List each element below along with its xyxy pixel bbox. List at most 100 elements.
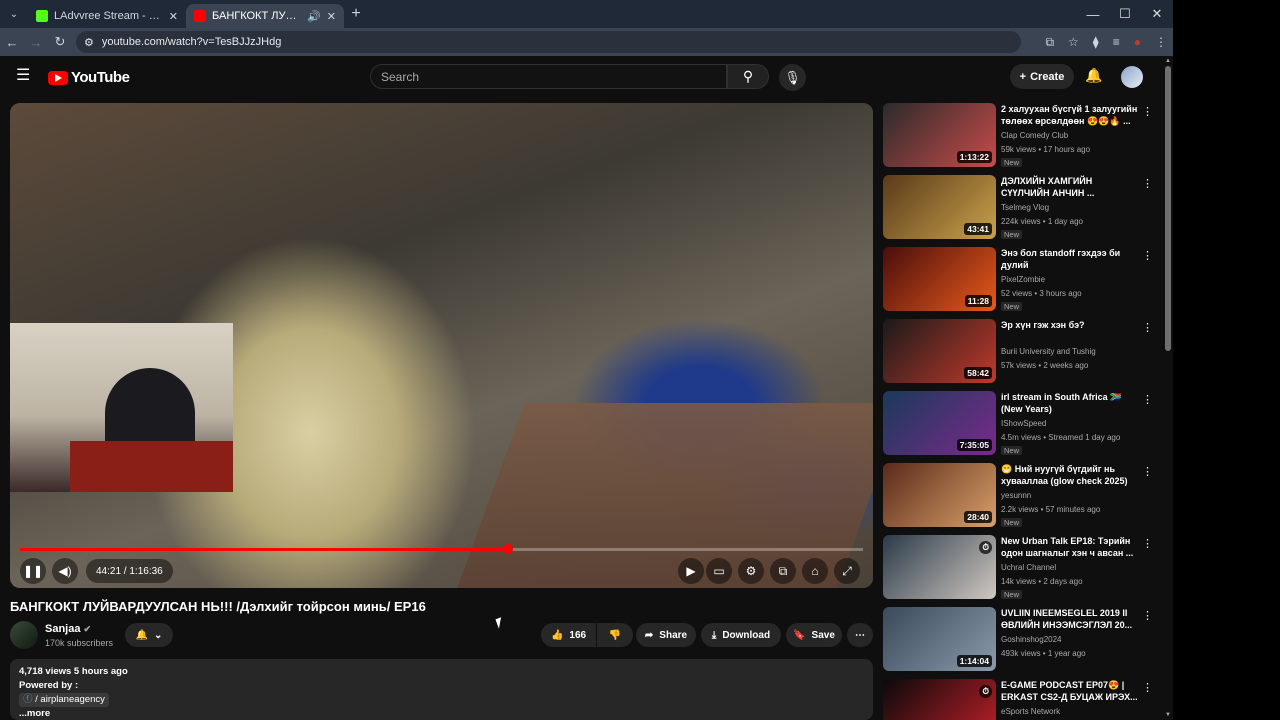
video-thumbnail[interactable]: 1:13:22 [883, 103, 996, 167]
youtube-logo[interactable]: YouTube [48, 69, 130, 86]
recommended-video[interactable]: 58:42 Эр хүн гэж хэн бэ? Burii University … [883, 319, 1163, 383]
hamburger-menu-icon[interactable]: ☰ [16, 68, 32, 84]
settings-gear-icon[interactable]: ⚙ [738, 558, 764, 584]
forward-icon[interactable]: → [24, 35, 48, 50]
profile-icon[interactable]: ● [1134, 35, 1141, 49]
recommended-video[interactable]: 43:41 ДЭЛХИЙН ХАМГИЙН СҮҮЛЧИЙН АНЧИН ... T… [883, 175, 1163, 239]
video-thumbnail[interactable]: 28:40 [883, 463, 996, 527]
save-button[interactable]: 🔖 Save [786, 623, 842, 647]
more-vertical-icon[interactable]: ⋮ [1142, 105, 1153, 118]
url-field[interactable]: ⚙ youtube.com/watch?v=TesBJJzJHdg [76, 31, 1021, 53]
extensions-icon[interactable]: ⧫ [1093, 35, 1099, 49]
tab-youtube[interactable]: БАНГКОКТ ЛУЙВАРДУУЛС 🔊 ✕ [186, 4, 344, 28]
recommended-channel[interactable]: Burii University and Tushig [1001, 347, 1096, 356]
recommended-title[interactable]: E-GAME PODCAST EP07😍 | ERKAST CS2-Д БУЦА… [1001, 679, 1141, 703]
more-vertical-icon[interactable]: ⋮ [1142, 537, 1153, 550]
more-vertical-icon[interactable]: ⋮ [1142, 249, 1153, 262]
search-button[interactable]: ⚲ [727, 64, 769, 89]
recommended-channel[interactable]: eSports Network [1001, 707, 1060, 716]
video-thumbnail[interactable]: 7:35:05 [883, 391, 996, 455]
recommended-video[interactable]: 1:13:22 2 халуухан бүсгүй 1 залуугийн төл… [883, 103, 1163, 167]
recommended-channel[interactable]: Clap Comedy Club [1001, 131, 1068, 140]
bookmark-star-icon[interactable]: ☆ [1068, 35, 1079, 49]
back-icon[interactable]: ← [0, 35, 24, 50]
tab-search-icon[interactable]: ⌄ [0, 0, 28, 28]
more-vertical-icon[interactable]: ⋮ [1142, 393, 1153, 406]
show-more-link[interactable]: ...more [19, 708, 50, 719]
recommended-channel[interactable]: yesunnn [1001, 491, 1031, 500]
channel-name[interactable]: Sanjaa ✔ [45, 623, 91, 635]
create-button[interactable]: + Create [1010, 64, 1074, 89]
recommended-title[interactable]: ДЭЛХИЙН ХАМГИЙН СҮҮЛЧИЙН АНЧИН ... [1001, 175, 1141, 199]
dislike-button[interactable]: 👎 [597, 623, 633, 647]
more-vertical-icon[interactable]: ⋮ [1142, 465, 1153, 478]
watch-later-icon[interactable]: ⏱ [979, 685, 992, 698]
close-window-icon[interactable]: ✕ [1141, 6, 1173, 22]
recommended-title[interactable]: Эр хүн гэж хэн бэ? [1001, 319, 1141, 331]
subtitles-icon[interactable]: ▭ [706, 558, 732, 584]
video-thumbnail[interactable]: 43:41 [883, 175, 996, 239]
maximize-icon[interactable]: ☐ [1109, 6, 1141, 22]
scroll-down-icon[interactable]: ▼ [1165, 712, 1171, 718]
more-vertical-icon[interactable]: ⋮ [1142, 681, 1153, 694]
install-app-icon[interactable]: ⧉ [1045, 35, 1054, 50]
recommended-title[interactable]: irl stream in South Africa 🇿🇦 (New Years… [1001, 391, 1141, 415]
account-avatar[interactable] [1121, 66, 1143, 88]
volume-icon[interactable]: ◀) [52, 558, 78, 584]
share-button[interactable]: ➦ Share [636, 623, 696, 647]
scrollbar-thumb[interactable] [1165, 66, 1171, 351]
video-thumbnail[interactable]: ⏱ [883, 535, 996, 599]
recommended-video[interactable]: 28:40 😁 Ний нуугүй бүгдийг нь хувааллаа (… [883, 463, 1163, 527]
cast-icon[interactable]: ⌂ [802, 558, 828, 584]
scroll-up-icon[interactable]: ▲ [1165, 58, 1171, 64]
subscribe-bell-button[interactable]: 🔔 ⌄ [125, 623, 173, 647]
recommended-title[interactable]: 2 халуухан бүсгүй 1 залуугийн төлөөх өрс… [1001, 103, 1141, 127]
recommended-title[interactable]: UVLIIN INEEMSEGLEL 2019 II ӨВЛИЙН ИНЭЭМС… [1001, 607, 1141, 631]
video-player[interactable]: ❚❚ ◀) 44:21 / 1:16:36 ▶ ▭ ⚙ ⧉ ⌂ ⤢ [10, 103, 873, 588]
recommended-channel[interactable]: Goshinshog2024 [1001, 635, 1062, 644]
video-thumbnail[interactable]: 58:42 [883, 319, 996, 383]
recommended-title[interactable]: Энэ бол standoff гэхдээ би дулий [1001, 247, 1141, 271]
autoplay-toggle-icon[interactable]: ▶ [678, 558, 704, 584]
miniplayer-icon[interactable]: ⧉ [770, 558, 796, 584]
more-actions-button[interactable]: ⋯ [847, 623, 873, 647]
pause-icon[interactable]: ❚❚ [20, 558, 46, 584]
new-tab-button[interactable]: + [344, 5, 368, 23]
close-tab-icon[interactable]: ✕ [169, 10, 178, 23]
channel-avatar[interactable] [10, 621, 38, 649]
close-tab-icon[interactable]: ✕ [327, 10, 336, 23]
more-vertical-icon[interactable]: ⋮ [1142, 177, 1153, 190]
more-vertical-icon[interactable]: ⋮ [1142, 321, 1153, 334]
recommended-title[interactable]: 😁 Ний нуугүй бүгдийг нь хувааллаа (glow … [1001, 463, 1141, 487]
recommended-channel[interactable]: IShowSpeed [1001, 419, 1046, 428]
like-button[interactable]: 👍 166 [541, 623, 596, 647]
video-thumbnail[interactable]: 11:28 [883, 247, 996, 311]
browser-menu-icon[interactable]: ⋮ [1155, 35, 1167, 49]
fullscreen-icon[interactable]: ⤢ [834, 558, 860, 584]
notifications-bell-icon[interactable]: 🔔 [1085, 67, 1102, 84]
video-thumbnail[interactable]: ⏱ [883, 679, 996, 720]
recommended-title[interactable]: New Urban Talk EP18: Тэрийн одон шагналы… [1001, 535, 1141, 559]
minimize-icon[interactable]: — [1077, 7, 1109, 22]
hashtag-link[interactable]: ⓕ / airplaneagency [19, 693, 109, 707]
scrollbar[interactable]: ▲ ▼ [1163, 56, 1173, 720]
recommended-video[interactable]: ⏱ New Urban Talk EP18: Тэрийн одон шагнал… [883, 535, 1163, 599]
tab-kick[interactable]: LAdvvree Stream - Watch Live o ✕ [28, 4, 186, 28]
recommended-video[interactable]: 1:14:04 UVLIIN INEEMSEGLEL 2019 II ӨВЛИЙН… [883, 607, 1163, 671]
voice-search-button[interactable]: 🎙 [779, 64, 806, 91]
recommended-channel[interactable]: Tselmeg Vlog [1001, 203, 1049, 212]
download-button[interactable]: ⤓ Download [701, 623, 781, 647]
recommended-channel[interactable]: Uchral Channel [1001, 563, 1056, 572]
video-thumbnail[interactable]: 1:14:04 [883, 607, 996, 671]
recommended-video[interactable]: ⏱ E-GAME PODCAST EP07😍 | ERKAST CS2-Д БУЦ… [883, 679, 1163, 720]
description-box[interactable]: 4,718 views 5 hours ago Powered by : ⓕ /… [10, 659, 873, 720]
media-control-icon[interactable]: ≡ [1113, 35, 1120, 49]
site-info-icon[interactable]: ⚙ [84, 36, 94, 49]
speaker-icon[interactable]: 🔊 [307, 10, 321, 23]
reload-icon[interactable]: ↻ [48, 34, 72, 50]
watch-later-icon[interactable]: ⏱ [979, 541, 992, 554]
recommended-channel[interactable]: PixelZombie [1001, 275, 1045, 284]
search-input[interactable]: Search [370, 64, 727, 89]
recommended-video[interactable]: 11:28 Энэ бол standoff гэхдээ би дулий Pix… [883, 247, 1163, 311]
more-vertical-icon[interactable]: ⋮ [1142, 609, 1153, 622]
